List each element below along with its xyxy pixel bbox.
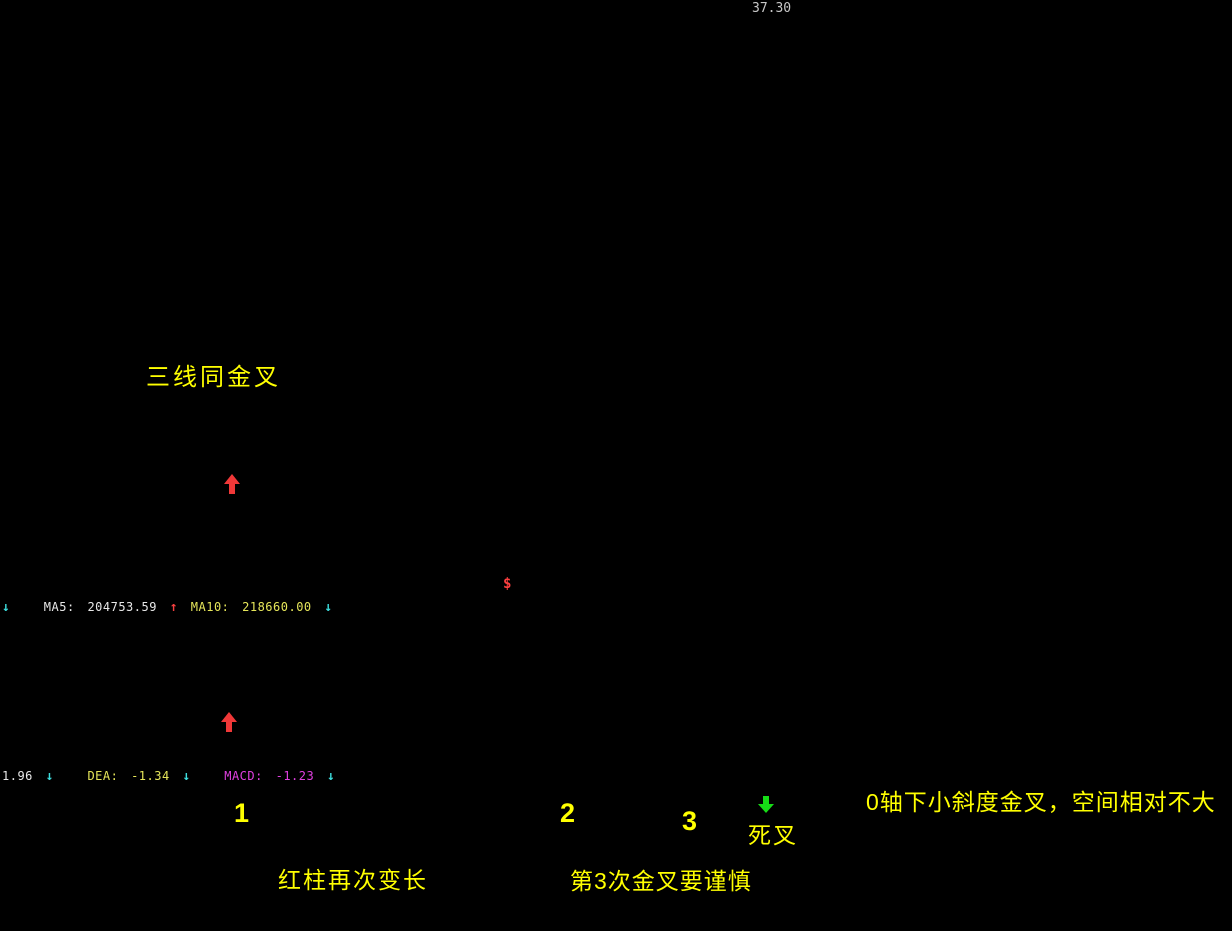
three-line-golden-cross-note: 三线同金叉 xyxy=(146,366,281,390)
cross-number-1: 1 xyxy=(234,800,249,827)
vol-ma10-label: MA10: xyxy=(191,600,230,614)
dea-value: -1.34 xyxy=(131,769,170,783)
stock-chart-app: 三线同金叉 37.30 $ 1 2 3 死叉 0轴下小斜度金叉，空间相对不大 红… xyxy=(0,0,1232,931)
vol-ma10-value: 218660.00 xyxy=(242,600,312,614)
dea-down-arrow-icon: ↓ xyxy=(182,769,190,784)
ma5-up-arrow-icon: ↑ xyxy=(170,600,178,615)
up-arrow-icon xyxy=(224,474,240,495)
third-cross-note: 第3次金叉要谨慎 xyxy=(570,870,752,893)
macd-header: 1.96 ↓ DEA: -1.34 ↓ MACD: -1.23 ↓ xyxy=(2,769,340,784)
dea-label: DEA: xyxy=(87,769,118,783)
low-slope-cross-note: 0轴下小斜度金叉，空间相对不大 xyxy=(866,791,1216,814)
cross-number-3: 3 xyxy=(682,808,697,835)
vol-ma5-value: 204753.59 xyxy=(87,600,157,614)
dividend-marker: $ xyxy=(503,577,511,591)
red-bars-note: 红柱再次变长 xyxy=(278,869,428,892)
cross-number-2: 2 xyxy=(560,800,575,827)
vol-ma5-label: MA5: xyxy=(44,600,75,614)
ma10-down-arrow-icon: ↓ xyxy=(324,600,332,615)
up-arrow-icon xyxy=(221,712,237,733)
dif-value: 1.96 xyxy=(2,769,33,783)
macd-value: -1.23 xyxy=(276,769,315,783)
down-arrow-icon xyxy=(758,796,774,813)
macd-down-arrow-icon: ↓ xyxy=(327,769,335,784)
volume-ma-header: ↓ MA5: 204753.59 ↑ MA10: 218660.00 ↓ xyxy=(2,600,338,615)
prefix-down-arrow-icon: ↓ xyxy=(2,600,10,615)
death-cross-label: 死叉 xyxy=(748,824,798,847)
peak-price-label: 37.30 xyxy=(752,2,791,15)
macd-label: MACD: xyxy=(224,769,263,783)
dif-down-arrow-icon: ↓ xyxy=(46,769,54,784)
